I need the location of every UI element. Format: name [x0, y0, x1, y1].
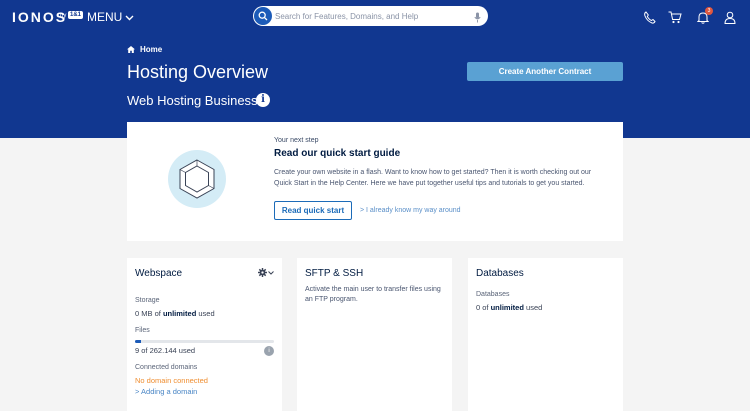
databases-card: Databases Databases 0 of unlimited used	[468, 258, 623, 411]
logo-brand-badge: 1&1	[68, 11, 84, 19]
breadcrumb: Home	[127, 45, 162, 54]
microphone-icon[interactable]	[474, 10, 481, 28]
storage-label: Storage	[135, 297, 160, 304]
menu-label: MENU	[87, 10, 123, 24]
files-value: 9 of 262.144 used	[135, 346, 196, 355]
user-icon[interactable]	[723, 10, 737, 24]
sftp-ssh-description: Activate the main user to transfer files…	[305, 286, 441, 303]
chevron-down-icon	[125, 15, 134, 20]
quick-start-title: Read our quick start guide	[274, 148, 401, 159]
page-title: Hosting Overview	[127, 62, 269, 82]
hexagon-illustration-icon	[168, 150, 226, 208]
skip-quick-start-link[interactable]: > I already know my way around	[360, 207, 461, 214]
quick-start-card: Your next step Read our quick start guid…	[127, 122, 623, 241]
info-icon[interactable]: i	[256, 93, 270, 107]
gear-icon	[258, 268, 267, 277]
databases-label: Databases	[476, 291, 510, 298]
chevron-down-icon	[268, 270, 274, 275]
ionos-logo[interactable]: IONOS	[12, 9, 67, 25]
webspace-card: Webspace Storage 0 MB of unlimited used …	[127, 258, 282, 411]
files-info-icon[interactable]: i	[264, 346, 274, 356]
storage-value: 0 MB of unlimited used	[135, 309, 215, 318]
search-input[interactable]	[275, 6, 465, 26]
read-quick-start-button[interactable]: Read quick start	[274, 201, 352, 220]
databases-title: Databases	[476, 268, 524, 279]
cart-icon[interactable]	[668, 10, 682, 24]
sftp-ssh-title: SFTP & SSH	[305, 268, 364, 279]
logo-by-text: by	[60, 13, 67, 19]
webspace-settings-button[interactable]	[258, 268, 274, 277]
files-label: Files	[135, 327, 150, 334]
menu-button[interactable]: MENU	[87, 10, 134, 24]
add-domain-link[interactable]: > Adding a domain	[135, 387, 197, 396]
search-bar	[253, 6, 488, 26]
quick-start-description: Create your own website in a flash. Want…	[274, 169, 592, 187]
quick-start-eyebrow: Your next step	[274, 137, 319, 144]
no-domain-warning: No domain connected	[135, 376, 208, 385]
notification-count-badge: 3	[705, 7, 713, 15]
contract-name: Web Hosting Business	[127, 93, 258, 108]
sftp-ssh-card: SFTP & SSH Activate the main user to tra…	[297, 258, 452, 411]
databases-value: 0 of unlimited used	[476, 303, 543, 312]
connected-domains-label: Connected domains	[135, 364, 198, 371]
files-progress-fill	[135, 340, 141, 343]
home-icon	[127, 46, 135, 53]
phone-icon[interactable]	[642, 10, 656, 24]
breadcrumb-home-link[interactable]: Home	[140, 45, 162, 54]
create-another-contract-button[interactable]: Create Another Contract	[467, 62, 623, 81]
webspace-title: Webspace	[135, 268, 183, 279]
search-icon[interactable]	[254, 7, 272, 25]
files-progress-bar	[135, 340, 274, 343]
top-navigation-bar: IONOS by 1&1 MENU Search for Features, D…	[0, 0, 750, 34]
